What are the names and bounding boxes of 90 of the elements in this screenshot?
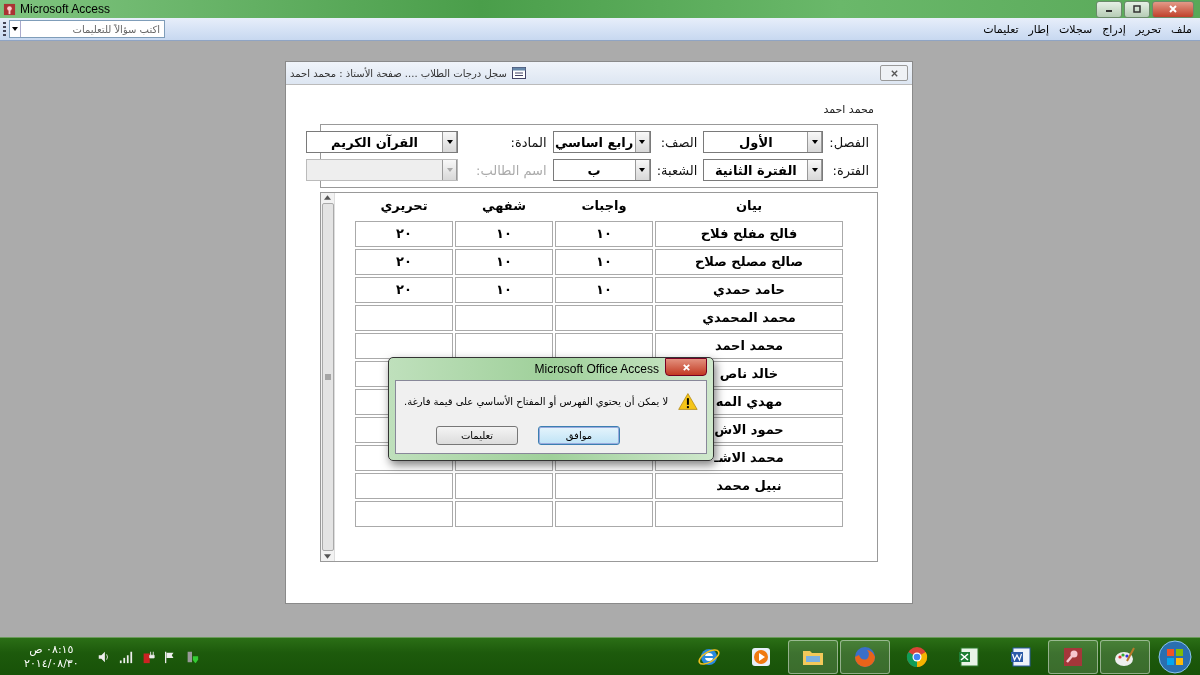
form-icon — [511, 67, 526, 79]
minimize-button[interactable] — [1096, 0, 1122, 18]
menu-item[interactable]: إدراج — [1102, 22, 1126, 36]
maximize-icon — [1132, 4, 1142, 14]
dialog-button[interactable]: تعليمات — [436, 425, 518, 445]
dropdown-arrow-icon[interactable] — [10, 21, 21, 37]
table-cell[interactable]: حامد حمدي — [655, 277, 843, 303]
combo-box[interactable]: الفترة الثانية — [703, 159, 824, 181]
dialog-button[interactable]: موافق — [538, 425, 620, 445]
taskbar-button[interactable] — [788, 639, 838, 674]
table-cell[interactable] — [455, 305, 553, 331]
scroll-up-icon[interactable] — [324, 195, 331, 200]
clock-date: ٢٠١٤/٠٨/٣٠ — [24, 656, 79, 671]
field-label: اسم الطالب: — [476, 162, 547, 178]
grip-lines-icon — [324, 374, 331, 380]
table-cell[interactable]: نبيل محمد — [655, 473, 843, 499]
menu-item[interactable]: ملف — [1171, 22, 1192, 36]
close-button[interactable] — [1152, 0, 1194, 18]
close-button[interactable] — [665, 358, 707, 376]
spreadsheet-icon — [957, 644, 981, 669]
field-label: الصف: — [659, 134, 698, 150]
signal-bars-icon[interactable] — [118, 649, 133, 664]
table-cell[interactable]: ١٠ — [455, 249, 553, 275]
clock-time: ٠٨:١٥ ص — [29, 642, 74, 657]
dropdown-arrow-icon — [639, 168, 646, 172]
start-button[interactable] — [1158, 639, 1192, 674]
table-cell[interactable] — [355, 501, 453, 527]
table-cell[interactable] — [455, 333, 553, 359]
combo-box[interactable]: رابع اساسي — [552, 131, 651, 153]
taskbar-button[interactable] — [1048, 639, 1098, 674]
table-cell[interactable]: ١٠ — [555, 277, 653, 303]
key-icon — [3, 2, 16, 16]
help-search-field[interactable]: اكتب سؤالاً للتعليمات — [9, 20, 165, 38]
toolbar-grip[interactable] — [3, 22, 6, 36]
combo-box[interactable]: ب — [552, 159, 651, 181]
form-title: سجل درجات الطلاب .... صفحة الأستاذ : محمد احمد — [290, 67, 507, 79]
close-icon — [1168, 4, 1178, 14]
column-header: شفهي — [481, 197, 527, 215]
scroll-down-icon[interactable] — [324, 554, 331, 559]
user-name-label: محمد احمد — [823, 103, 874, 116]
dropdown-arrow-icon — [639, 140, 646, 144]
restore-button[interactable] — [1124, 0, 1150, 18]
speaker-icon[interactable] — [96, 649, 111, 664]
combo-box[interactable]: القرآن الكريم — [306, 131, 459, 153]
dropdown-arrow-icon — [811, 168, 818, 172]
menu-item[interactable]: تعليمات — [983, 22, 1019, 36]
close-icon — [889, 68, 899, 78]
table-cell[interactable]: محمد احمد — [655, 333, 843, 359]
table-cell[interactable] — [555, 305, 653, 331]
column-header: بيان — [734, 197, 764, 215]
table-cell[interactable] — [455, 501, 553, 527]
table-cell[interactable]: ١٠ — [455, 277, 553, 303]
table-cell[interactable] — [655, 501, 843, 527]
table-cell[interactable]: صالح مصلح صلاح — [655, 249, 843, 275]
taskbar-button[interactable] — [1100, 639, 1150, 674]
table-cell[interactable] — [555, 333, 653, 359]
column-header: تحريري — [379, 197, 429, 215]
menu-item[interactable]: تحرير — [1135, 22, 1162, 36]
combo-box[interactable]: الأول — [703, 131, 824, 153]
dropdown-arrow-icon — [446, 168, 453, 172]
field-label: المادة: — [509, 134, 547, 150]
fox-globe-icon — [853, 644, 877, 669]
dropdown-arrow-icon — [811, 140, 818, 144]
table-cell[interactable]: ٢٠ — [355, 249, 453, 275]
table-cell[interactable] — [555, 473, 653, 499]
window-title: Microsoft Access — [20, 2, 111, 16]
table-cell[interactable]: ١٠ — [455, 221, 553, 247]
table-cell[interactable] — [555, 501, 653, 527]
browser-icon — [905, 644, 929, 669]
menu-item[interactable]: إطار — [1028, 22, 1049, 36]
table-cell[interactable]: ٢٠ — [355, 277, 453, 303]
close-icon — [681, 362, 691, 372]
table-cell[interactable]: فالح مفلح فلاح — [655, 221, 843, 247]
table-cell[interactable] — [355, 473, 453, 499]
field-label: الفترة: — [831, 162, 869, 178]
column-header: واجبات — [580, 197, 628, 215]
close-button[interactable] — [880, 65, 908, 81]
table-cell[interactable] — [455, 473, 553, 499]
table-cell[interactable] — [355, 333, 453, 359]
document-icon — [1009, 644, 1033, 669]
clock[interactable]: ٠٨:١٥ ص ٢٠١٤/٠٨/٣٠ — [24, 642, 79, 671]
table-cell[interactable]: ١٠ — [555, 221, 653, 247]
table-cell[interactable]: ١٠ — [555, 249, 653, 275]
table-cell[interactable]: محمد المحمدي — [655, 305, 843, 331]
field-label: الفصل: — [829, 134, 869, 150]
field-label: الشعبة: — [656, 162, 698, 178]
dropdown-arrow-icon — [446, 140, 453, 144]
table-cell[interactable] — [355, 305, 453, 331]
menu-item[interactable]: سجلات — [1059, 22, 1093, 36]
table-cell[interactable]: ٢٠ — [355, 221, 453, 247]
